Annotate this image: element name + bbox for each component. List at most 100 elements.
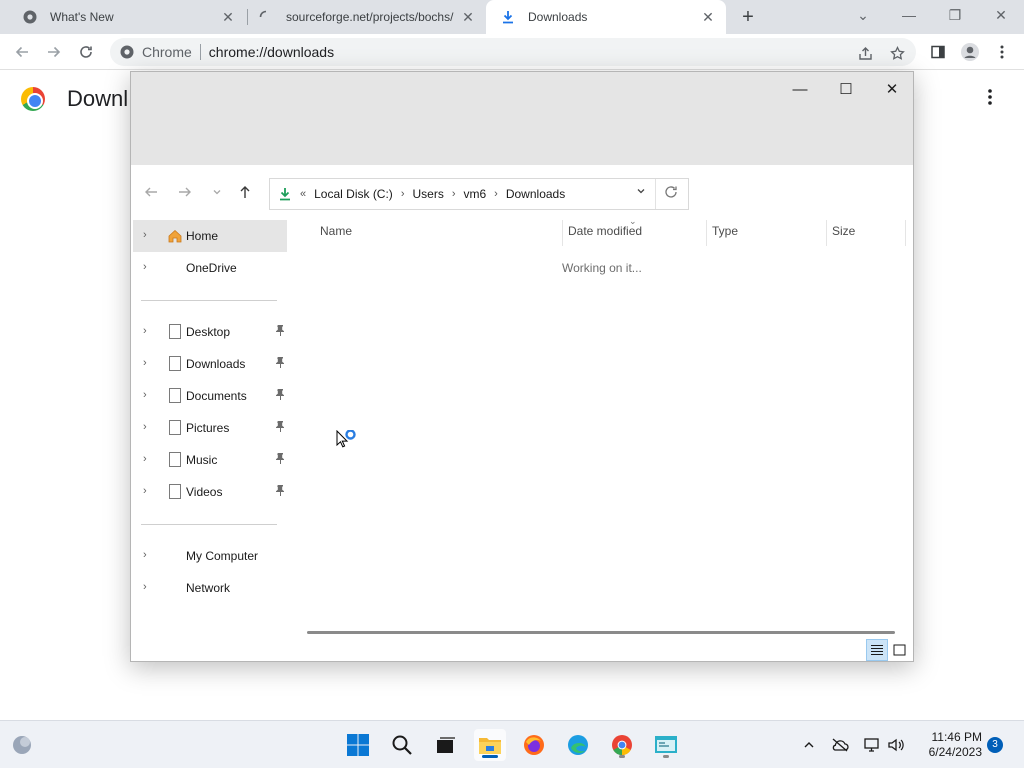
chevron-right-icon[interactable]: › [143, 453, 147, 465]
chevron-right-icon[interactable]: › [143, 229, 147, 241]
nav-item-onedrive[interactable]: › OneDrive [133, 252, 287, 284]
column-divider[interactable] [562, 220, 563, 246]
recent-locations-button[interactable] [205, 178, 229, 206]
bookmark-star-icon[interactable] [886, 42, 908, 64]
chevron-right-icon[interactable]: › [143, 261, 147, 273]
column-header-date-modified[interactable]: Date modified [568, 224, 642, 238]
close-icon[interactable]: ✕ [700, 9, 716, 25]
pin-icon[interactable] [276, 389, 285, 403]
widgets-button[interactable] [6, 729, 38, 761]
page-title: Downl [67, 86, 129, 111]
nav-label: Desktop [186, 325, 231, 339]
nav-item-my-computer[interactable]: › My Computer [133, 540, 287, 572]
running-indicator [663, 755, 669, 758]
nav-item-pictures[interactable]: › Pictures [133, 412, 287, 444]
breadcrumb-downloads[interactable]: Downloads [506, 187, 565, 201]
column-divider[interactable] [905, 220, 906, 246]
breadcrumb-users[interactable]: Users [412, 187, 443, 201]
downloads-more-menu[interactable] [982, 88, 998, 110]
nav-item-downloads[interactable]: › Downloads [133, 348, 287, 380]
details-view-button[interactable] [866, 639, 888, 661]
nav-item-music[interactable]: › Music [133, 444, 287, 476]
search-icon [392, 735, 412, 755]
edge-button[interactable] [562, 729, 594, 761]
profile-button[interactable] [958, 40, 982, 64]
chevron-right-icon[interactable]: › [143, 389, 147, 401]
dialog-back-button[interactable] [139, 178, 163, 206]
chevron-right-icon[interactable]: › [401, 188, 405, 200]
search-button[interactable] [386, 729, 418, 761]
chevron-right-icon[interactable]: › [143, 581, 147, 593]
tab-whats-new[interactable]: What's New ✕ [8, 0, 246, 34]
nav-item-home[interactable]: › Home [133, 220, 287, 252]
firefox-button[interactable] [518, 729, 550, 761]
breadcrumb-local-disk[interactable]: Local Disk (C:) [314, 187, 393, 201]
breadcrumb-overflow[interactable]: « [300, 188, 306, 200]
file-explorer-button[interactable] [474, 729, 506, 761]
nav-label: Home [186, 229, 219, 243]
nav-item-network[interactable]: › Network [133, 572, 287, 604]
folder-icon [479, 738, 501, 754]
nav-item-desktop[interactable]: › Desktop [133, 316, 287, 348]
address-bar[interactable]: Chrome chrome://downloads [110, 38, 916, 66]
dialog-close-button[interactable]: ✕ [869, 76, 915, 104]
nav-item-videos[interactable]: › Videos [133, 476, 287, 508]
dialog-forward-button[interactable] [173, 178, 197, 206]
close-icon[interactable]: ✕ [220, 9, 236, 25]
chrome-button[interactable] [606, 729, 638, 761]
tab-search-button[interactable]: ⌄ [840, 0, 886, 30]
page-icon [169, 324, 181, 339]
reload-button[interactable] [74, 40, 98, 64]
chevron-right-icon[interactable]: › [143, 549, 147, 561]
show-hidden-icons-button[interactable] [799, 735, 819, 755]
pin-icon[interactable] [276, 453, 285, 467]
chevron-right-icon[interactable]: › [143, 357, 147, 369]
dialog-address-bar[interactable]: « Local Disk (C:) › Users › vm6 › Downlo… [269, 178, 689, 210]
column-divider[interactable] [706, 220, 707, 246]
restore-button[interactable]: ❐ [932, 0, 978, 30]
share-icon[interactable] [854, 42, 876, 64]
terminal-app-button[interactable] [650, 729, 682, 761]
chevron-right-icon[interactable]: › [452, 188, 456, 200]
up-button[interactable] [233, 178, 257, 206]
column-header-size[interactable]: Size [832, 224, 855, 238]
notification-badge[interactable]: 3 [987, 737, 1003, 753]
taskbar-clock[interactable]: 11:46 PM 6/24/2023 [916, 730, 982, 760]
chevron-right-icon[interactable]: › [143, 325, 147, 337]
minimize-button[interactable]: — [886, 0, 932, 30]
address-history-dropdown[interactable] [636, 186, 646, 199]
back-button[interactable] [10, 40, 34, 64]
pin-icon[interactable] [276, 421, 285, 435]
pin-icon[interactable] [276, 485, 285, 499]
column-header-name[interactable]: Name [320, 224, 352, 238]
network-button[interactable] [862, 735, 882, 755]
close-window-button[interactable]: ✕ [978, 0, 1024, 30]
chevron-right-icon[interactable]: › [143, 421, 147, 433]
dialog-minimize-button[interactable]: — [777, 76, 823, 104]
pin-icon[interactable] [276, 357, 285, 371]
tab-sourceforge[interactable]: sourceforge.net/projects/bochs/ ✕ [248, 0, 486, 34]
chrome-menu-button[interactable] [990, 40, 1014, 64]
breadcrumb-vm6[interactable]: vm6 [464, 187, 487, 201]
tab-downloads[interactable]: Downloads ✕ [486, 0, 726, 34]
pin-icon[interactable] [276, 325, 285, 339]
dialog-maximize-button[interactable]: ☐ [823, 76, 869, 104]
new-tab-button[interactable]: + [736, 6, 760, 28]
side-panel-button[interactable] [926, 40, 950, 64]
large-icons-view-button[interactable] [888, 639, 910, 661]
horizontal-scrollbar[interactable] [307, 631, 895, 634]
task-view-button[interactable] [430, 729, 462, 761]
nav-item-documents[interactable]: › Documents [133, 380, 287, 412]
close-icon[interactable]: ✕ [460, 9, 476, 25]
column-header-type[interactable]: Type [712, 224, 738, 238]
onedrive-status-button[interactable] [830, 735, 850, 755]
page-icon [169, 484, 181, 499]
chevron-right-icon[interactable]: › [494, 188, 498, 200]
start-button[interactable] [342, 729, 374, 761]
chevron-right-icon[interactable]: › [143, 485, 147, 497]
forward-button[interactable] [42, 40, 66, 64]
reload-icon [80, 46, 92, 58]
column-divider[interactable] [826, 220, 827, 246]
volume-button[interactable] [886, 735, 906, 755]
refresh-button[interactable] [664, 185, 678, 202]
